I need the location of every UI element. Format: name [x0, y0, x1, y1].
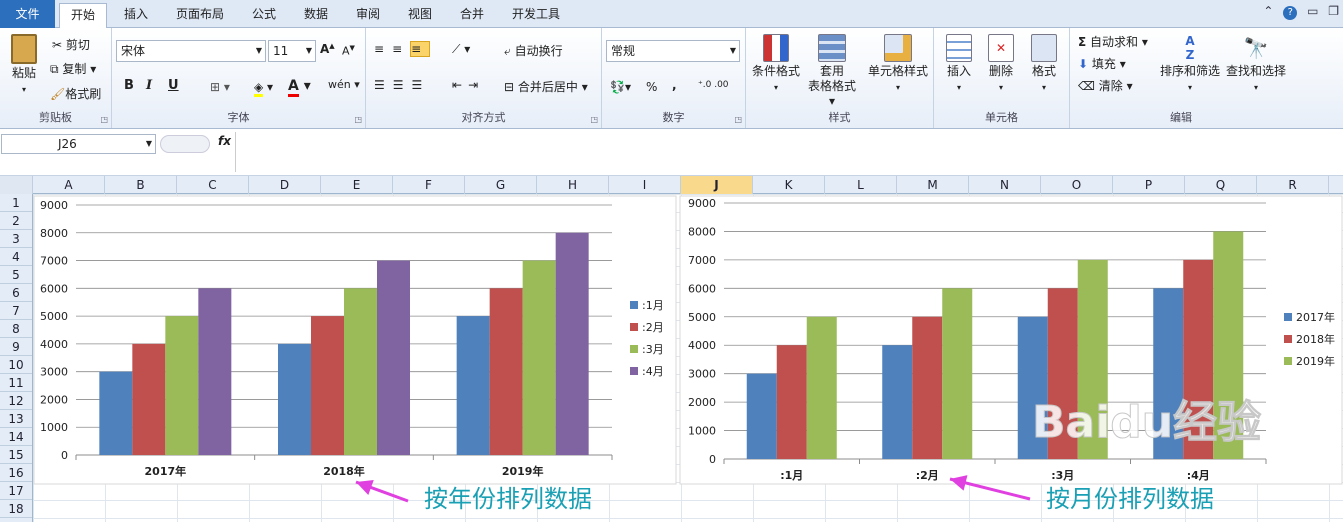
- bar[interactable]: [882, 345, 913, 459]
- y-tick-label: 2000: [688, 396, 716, 409]
- y-tick-label: 7000: [40, 255, 68, 268]
- legend-label: 2017年: [1296, 310, 1335, 324]
- bar[interactable]: [489, 288, 523, 455]
- legend-label: :3月: [642, 343, 664, 356]
- y-tick-label: 5000: [40, 310, 68, 323]
- legend-swatch: [630, 301, 638, 309]
- bar[interactable]: [132, 343, 166, 455]
- y-tick-label: 8000: [688, 225, 716, 238]
- y-tick-label: 1000: [40, 421, 68, 434]
- bar[interactable]: [377, 260, 410, 455]
- x-tick-label: 2019年: [502, 464, 544, 478]
- x-tick-label: :2月: [916, 469, 939, 482]
- bar[interactable]: [165, 316, 199, 455]
- legend-label: 2018年: [1296, 332, 1335, 346]
- legend-label: 2019年: [1296, 354, 1335, 368]
- legend-swatch: [1284, 313, 1292, 321]
- bar[interactable]: [912, 316, 943, 459]
- bar[interactable]: [198, 288, 232, 455]
- y-tick-label: 1000: [688, 425, 716, 438]
- legend-swatch: [630, 345, 638, 353]
- y-tick-label: 0: [709, 453, 716, 466]
- x-tick-label: :3月: [1051, 469, 1074, 482]
- y-tick-label: 5000: [688, 311, 716, 324]
- chart-overlay: 0 1000 2000 3000 4000 5000 6000 7000 8000 9000 201…: [33, 195, 1343, 513]
- legend-label: :4月: [642, 365, 664, 378]
- bar[interactable]: [776, 345, 807, 459]
- annotation-right: 按月份排列数据: [1046, 485, 1214, 513]
- legend-swatch: [630, 323, 638, 331]
- watermark-text: Baidu经验: [1032, 397, 1261, 448]
- bar[interactable]: [555, 232, 589, 455]
- legend-swatch: [1284, 335, 1292, 343]
- y-tick-label: 0: [61, 449, 68, 462]
- legend-label: :2月: [642, 321, 664, 334]
- bar[interactable]: [311, 316, 344, 455]
- bar[interactable]: [344, 288, 377, 455]
- chart-by-year[interactable]: 0 1000 2000 3000 4000 5000 6000 7000 8000 9000 201…: [33, 195, 677, 485]
- y-tick-label: 7000: [688, 254, 716, 267]
- x-tick-label: 2018年: [323, 464, 365, 478]
- y-tick-label: 3000: [40, 366, 68, 379]
- legend-swatch: [1284, 357, 1292, 365]
- annotation-left: 按年份排列数据: [424, 485, 592, 513]
- bar[interactable]: [99, 371, 133, 455]
- bar[interactable]: [806, 316, 837, 459]
- bar[interactable]: [456, 316, 490, 455]
- y-tick-label: 4000: [688, 339, 716, 352]
- y-tick-label: 3000: [688, 368, 716, 381]
- legend-label: :1月: [642, 299, 664, 312]
- x-tick-label: :4月: [1187, 469, 1210, 482]
- bar[interactable]: [278, 343, 311, 455]
- y-tick-label: 4000: [40, 338, 68, 351]
- y-tick-label: 6000: [688, 282, 716, 295]
- y-tick-label: 9000: [40, 199, 68, 212]
- x-tick-label: 2017年: [145, 464, 187, 478]
- x-tick-label: :1月: [780, 469, 803, 482]
- y-tick-label: 2000: [40, 393, 68, 406]
- bar[interactable]: [942, 288, 973, 459]
- y-tick-label: 9000: [688, 197, 716, 210]
- y-tick-label: 8000: [40, 227, 68, 240]
- bar[interactable]: [746, 373, 777, 459]
- bar[interactable]: [522, 260, 556, 455]
- y-tick-label: 6000: [40, 282, 68, 295]
- legend-swatch: [630, 367, 638, 375]
